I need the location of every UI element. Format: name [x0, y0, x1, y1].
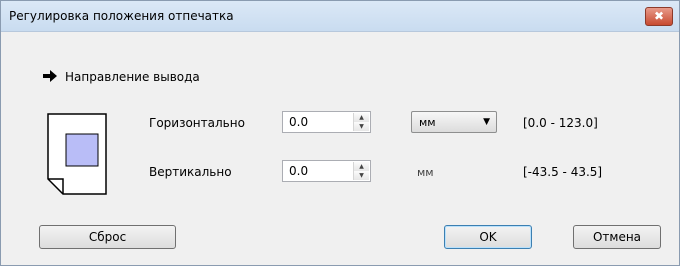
horizontal-offset-input[interactable]: 0.0 ▲ ▼ [282, 111, 371, 133]
spin-down-icon[interactable]: ▼ [354, 171, 369, 180]
reset-button[interactable]: Сброс [39, 225, 176, 249]
section-heading: Направление вывода [65, 70, 200, 84]
vertical-label: Вертикально [149, 165, 232, 179]
vertical-offset-input[interactable]: 0.0 ▲ ▼ [282, 160, 371, 182]
horizontal-spinner[interactable]: ▲ ▼ [353, 113, 369, 131]
vertical-unit-label: мм [417, 166, 434, 179]
dialog-body: Направление вывода Горизонтально 0.0 ▲ ▼… [1, 32, 679, 265]
vertical-range: [-43.5 - 43.5] [523, 165, 603, 179]
horizontal-offset-value: 0.0 [289, 115, 309, 129]
title-bar: Регулировка положения отпечатка ✖ [1, 1, 679, 32]
ok-button[interactable]: OK [444, 225, 532, 249]
dialog-window: Регулировка положения отпечатка ✖ Направ… [0, 0, 680, 266]
horizontal-range: [0.0 - 123.0] [523, 116, 598, 130]
horizontal-label: Горизонтально [149, 116, 245, 130]
unit-select-value: мм [419, 116, 436, 129]
right-arrow-icon [43, 70, 57, 82]
page-position-icon [47, 113, 107, 195]
spin-down-icon[interactable]: ▼ [354, 122, 369, 131]
vertical-spinner[interactable]: ▲ ▼ [353, 162, 369, 180]
chevron-down-icon: ▼ [483, 117, 490, 127]
cancel-button[interactable]: Отмена [573, 225, 661, 249]
vertical-offset-value: 0.0 [289, 164, 309, 178]
close-button[interactable]: ✖ [645, 7, 673, 26]
unit-select[interactable]: мм ▼ [411, 111, 497, 133]
dialog-title: Регулировка положения отпечатка [9, 9, 234, 23]
